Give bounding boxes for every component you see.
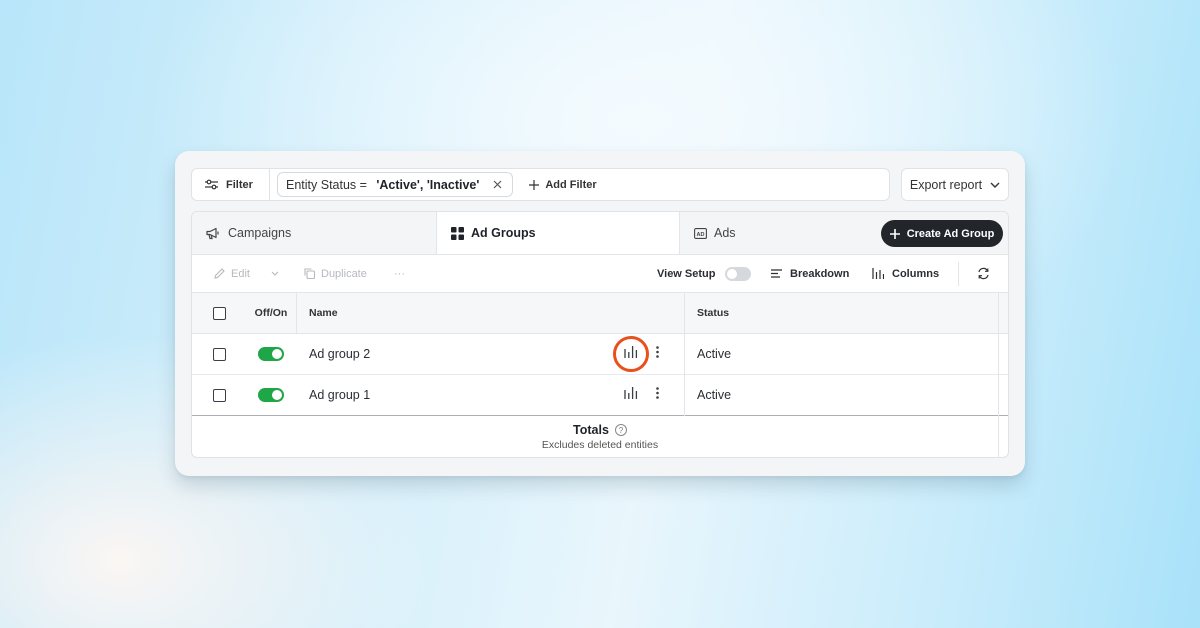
table-row[interactable]: Ad group 1 Active	[192, 375, 1008, 416]
totals-title-wrap: Totals ?	[573, 423, 627, 437]
export-report-button[interactable]: Export report	[901, 168, 1009, 201]
table-toolbar: Edit Duplicate ··· View Setup Breakdown …	[192, 255, 1008, 293]
plus-icon	[889, 228, 900, 239]
sliders-icon	[205, 179, 218, 190]
row-toggle-cell	[246, 388, 296, 402]
edit-button[interactable]: Edit	[214, 268, 250, 280]
bar-chart-icon[interactable]	[624, 386, 638, 399]
kebab-menu-icon[interactable]	[656, 386, 659, 399]
tab-ad-groups[interactable]: Ad Groups	[437, 212, 679, 254]
grid-icon	[451, 226, 464, 240]
add-filter-label: Add Filter	[545, 178, 597, 191]
tab-ads-label: Ads	[714, 226, 736, 240]
tab-campaigns[interactable]: Campaigns	[192, 212, 437, 254]
chip-value: 'Active', 'Inactive'	[376, 177, 480, 192]
entity-tabs: Campaigns Ad Groups AD Ads Create Ad Gro…	[192, 212, 1008, 255]
totals-note: Excludes deleted entities	[541, 439, 659, 451]
row-toggle-cell	[246, 347, 296, 361]
create-ad-group-label: Create Ad Group	[906, 227, 995, 240]
breakdown-icon	[771, 269, 782, 278]
duplicate-button[interactable]: Duplicate	[304, 268, 367, 280]
table-row[interactable]: Ad group 2 Active	[192, 334, 1008, 375]
select-all-cell	[192, 306, 246, 320]
row-enable-toggle[interactable]	[258, 347, 284, 361]
table-panel: Campaigns Ad Groups AD Ads Create Ad Gro…	[191, 211, 1009, 458]
edit-label: Edit	[231, 267, 250, 280]
refresh-icon[interactable]	[977, 267, 990, 280]
view-setup-label: View Setup	[657, 267, 716, 280]
select-all-checkbox[interactable]	[212, 306, 226, 320]
column-divider	[998, 293, 999, 457]
megaphone-icon	[206, 227, 221, 240]
filter-label: Filter	[226, 178, 253, 191]
columns-icon	[872, 268, 884, 279]
row-checkbox-cell	[192, 347, 246, 361]
help-icon[interactable]: ?	[614, 424, 627, 436]
filter-bar: Filter Entity Status = 'Active', 'Inacti…	[191, 168, 890, 201]
breakdown-label: Breakdown	[790, 267, 850, 280]
row-enable-toggle[interactable]	[258, 388, 284, 402]
create-ad-group-button[interactable]: Create Ad Group	[881, 220, 1003, 247]
entity-status-filter-chip[interactable]: Entity Status = 'Active', 'Inactive'	[277, 172, 514, 197]
close-icon[interactable]	[493, 180, 502, 189]
edit-chevron-icon[interactable]	[271, 271, 279, 276]
pencil-icon	[214, 268, 225, 279]
offon-header: Off/On	[254, 307, 288, 319]
more-label: ···	[394, 267, 405, 280]
kebab-menu-icon[interactable]	[656, 345, 659, 358]
tab-campaigns-label: Campaigns	[228, 226, 292, 240]
columns-label: Columns	[892, 267, 940, 280]
more-actions-button[interactable]: ···	[394, 268, 405, 280]
view-setup-control[interactable]: View Setup	[657, 266, 752, 281]
chevron-down-icon	[990, 182, 1000, 188]
totals-row: Totals ? Excludes deleted entities	[192, 416, 1008, 457]
row-status: Active	[697, 388, 732, 402]
breakdown-button[interactable]: Breakdown	[771, 268, 849, 280]
svg-text:AD: AD	[697, 231, 705, 237]
row-status: Active	[697, 347, 732, 361]
chip-prefix: Entity Status =	[286, 177, 371, 192]
duplicate-label: Duplicate	[321, 267, 367, 280]
view-setup-toggle[interactable]	[725, 266, 752, 281]
tab-ad-groups-label: Ad Groups	[471, 226, 536, 240]
filter-button[interactable]: Filter	[192, 169, 270, 200]
ad-groups-card: Filter Entity Status = 'Active', 'Inacti…	[175, 151, 1025, 476]
column-divider	[684, 293, 685, 416]
table-header: Off/On Name Status	[192, 293, 1008, 334]
row-checkbox-cell	[192, 388, 246, 402]
row-checkbox[interactable]	[212, 347, 226, 361]
column-divider	[296, 293, 297, 334]
add-filter-button[interactable]: Add Filter	[529, 178, 597, 191]
export-report-label: Export report	[909, 177, 983, 192]
copy-icon	[304, 268, 315, 279]
status-header[interactable]: Status	[684, 307, 729, 319]
ad-icon: AD	[694, 227, 707, 239]
totals-title: Totals	[573, 423, 609, 437]
name-header[interactable]: Name	[296, 307, 684, 319]
row-actions	[624, 386, 659, 399]
row-checkbox[interactable]	[212, 388, 226, 402]
columns-button[interactable]: Columns	[872, 268, 939, 280]
tab-ads[interactable]: AD Ads	[679, 212, 881, 254]
plus-icon	[529, 179, 540, 190]
toolbar-divider	[958, 262, 959, 286]
highlight-ring	[613, 336, 649, 372]
